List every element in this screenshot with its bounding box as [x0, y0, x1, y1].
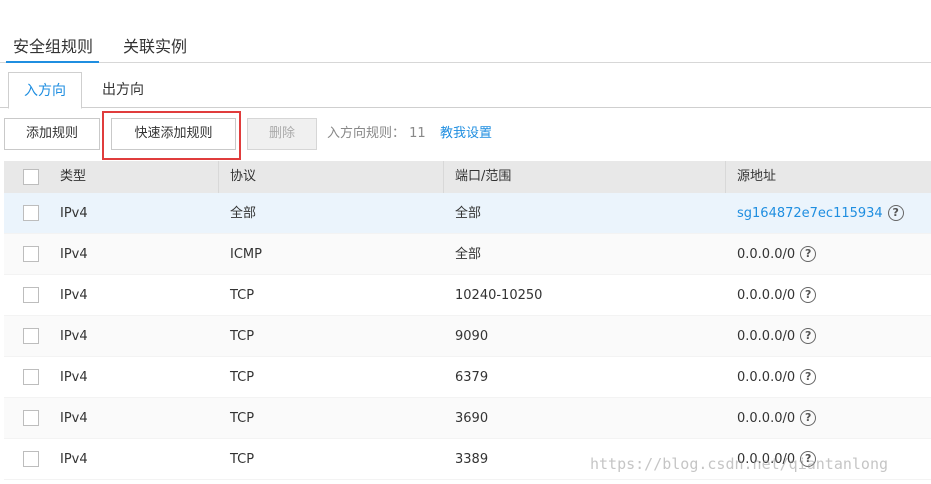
question-circle-icon[interactable]: ?	[800, 409, 817, 426]
cell-type: IPv4	[60, 206, 88, 221]
source-address: 0.0.0.0/0	[737, 370, 796, 385]
add-rule-button[interactable]: 添加规则	[4, 118, 100, 150]
cell-source: 0.0.0.0/0?	[737, 357, 817, 398]
delete-button[interactable]: 删除	[247, 118, 317, 150]
cell-protocol: TCP	[230, 411, 255, 426]
top-tab-bar: 安全组规则 关联实例	[0, 0, 931, 63]
table-row[interactable]: IPv4 TCP 10240-10250 0.0.0.0/0?	[4, 275, 931, 316]
cell-protocol: TCP	[230, 370, 255, 385]
table-row[interactable]: IPv4 TCP 6379 0.0.0.0/0?	[4, 357, 931, 398]
cell-type: IPv4	[60, 411, 88, 426]
cell-protocol: 全部	[230, 206, 257, 221]
source-address: 0.0.0.0/0	[737, 411, 796, 426]
table-row[interactable]: IPv4 ICMP 全部 0.0.0.0/0?	[4, 234, 931, 275]
cell-protocol: ICMP	[230, 247, 262, 262]
cell-type: IPv4	[60, 452, 88, 467]
tab-security-group-rules[interactable]: 安全组规则	[3, 33, 102, 63]
column-divider	[218, 161, 219, 193]
question-circle-icon[interactable]: ?	[800, 450, 817, 467]
cell-port: 9090	[455, 329, 489, 344]
column-divider	[725, 161, 726, 193]
quick-add-rule-button[interactable]: 快速添加规则	[111, 118, 236, 150]
row-checkbox[interactable]	[23, 287, 39, 303]
tab-inbound[interactable]: 入方向	[8, 72, 82, 109]
source-group-link[interactable]: sg164872e7ec115934	[737, 206, 883, 221]
row-checkbox[interactable]	[23, 451, 39, 467]
cell-type: IPv4	[60, 288, 88, 303]
rules-table: 类型 协议 端口/范围 源地址 IPv4 全部 全部 sg164872e7ec1…	[4, 161, 931, 480]
cell-port: 3389	[455, 452, 489, 467]
cell-source: 0.0.0.0/0?	[737, 439, 817, 480]
direction-tab-bar: 入方向 出方向	[0, 72, 931, 109]
table-row[interactable]: IPv4 TCP 3690 0.0.0.0/0?	[4, 398, 931, 439]
header-protocol: 协议	[230, 169, 257, 184]
row-checkbox[interactable]	[23, 369, 39, 385]
cell-protocol: TCP	[230, 288, 255, 303]
row-checkbox[interactable]	[23, 410, 39, 426]
cell-protocol: TCP	[230, 329, 255, 344]
cell-source: 0.0.0.0/0?	[737, 316, 817, 357]
cell-source: 0.0.0.0/0?	[737, 275, 817, 316]
cell-port: 6379	[455, 370, 489, 385]
header-source: 源地址	[737, 169, 777, 184]
table-header: 类型 协议 端口/范围 源地址	[4, 161, 931, 193]
tab-associated-instances[interactable]: 关联实例	[123, 33, 187, 57]
tab-outbound[interactable]: 出方向	[102, 72, 144, 108]
cell-port: 3690	[455, 411, 489, 426]
cell-type: IPv4	[60, 247, 88, 262]
row-checkbox[interactable]	[23, 246, 39, 262]
table-row[interactable]: IPv4 TCP 3389 0.0.0.0/0?	[4, 439, 931, 480]
toolbar: 添加规则 快速添加规则 删除 入方向规则： 11 教我设置	[0, 118, 931, 150]
column-divider	[443, 161, 444, 193]
cell-protocol: TCP	[230, 452, 255, 467]
question-circle-icon[interactable]: ?	[887, 204, 904, 221]
cell-source: 0.0.0.0/0?	[737, 234, 817, 275]
table-row[interactable]: IPv4 全部 全部 sg164872e7ec115934?	[4, 193, 931, 234]
question-circle-icon[interactable]: ?	[800, 245, 817, 262]
select-all-checkbox[interactable]	[23, 169, 39, 185]
question-circle-icon[interactable]: ?	[800, 286, 817, 303]
source-address: 0.0.0.0/0	[737, 288, 796, 303]
cell-type: IPv4	[60, 329, 88, 344]
header-port-range: 端口/范围	[455, 169, 512, 184]
question-circle-icon[interactable]: ?	[800, 327, 817, 344]
row-checkbox[interactable]	[23, 205, 39, 221]
cell-source: 0.0.0.0/0?	[737, 398, 817, 439]
cell-port: 10240-10250	[455, 288, 543, 303]
table-row[interactable]: IPv4 TCP 9090 0.0.0.0/0?	[4, 316, 931, 357]
cell-port: 全部	[455, 206, 482, 221]
rule-count-label: 入方向规则： 11	[327, 126, 426, 141]
source-address: 0.0.0.0/0	[737, 329, 796, 344]
source-address: 0.0.0.0/0	[737, 452, 796, 467]
header-type: 类型	[60, 169, 87, 184]
question-circle-icon[interactable]: ?	[800, 368, 817, 385]
row-checkbox[interactable]	[23, 328, 39, 344]
cell-type: IPv4	[60, 370, 88, 385]
cell-source: sg164872e7ec115934?	[737, 193, 904, 234]
help-setup-link[interactable]: 教我设置	[440, 118, 492, 150]
cell-port: 全部	[455, 247, 482, 262]
source-address: 0.0.0.0/0	[737, 247, 796, 262]
